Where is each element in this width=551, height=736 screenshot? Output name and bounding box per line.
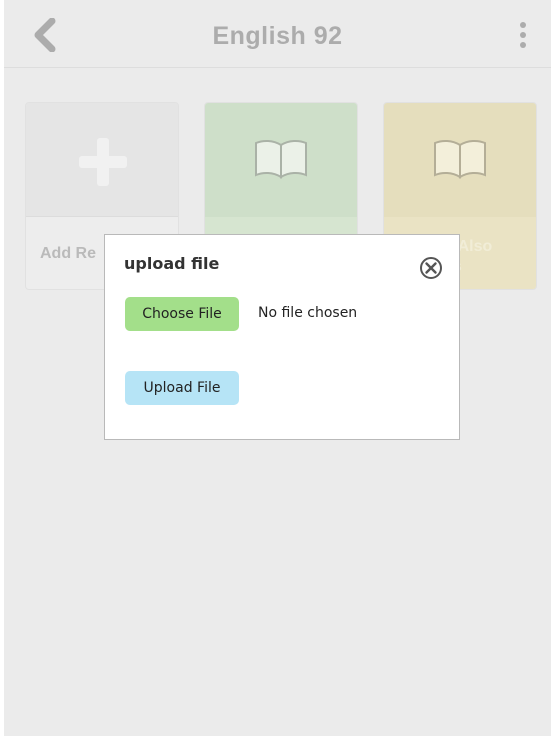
close-circle-icon bbox=[420, 257, 442, 279]
upload-file-dialog: upload file Choose File No file chosen U… bbox=[104, 234, 460, 440]
dialog-title: upload file bbox=[124, 254, 220, 273]
file-status-text: No file chosen bbox=[258, 305, 358, 321]
upload-file-button[interactable]: Upload File bbox=[125, 371, 239, 405]
choose-file-button[interactable]: Choose File bbox=[125, 297, 239, 331]
close-button[interactable] bbox=[419, 256, 443, 280]
